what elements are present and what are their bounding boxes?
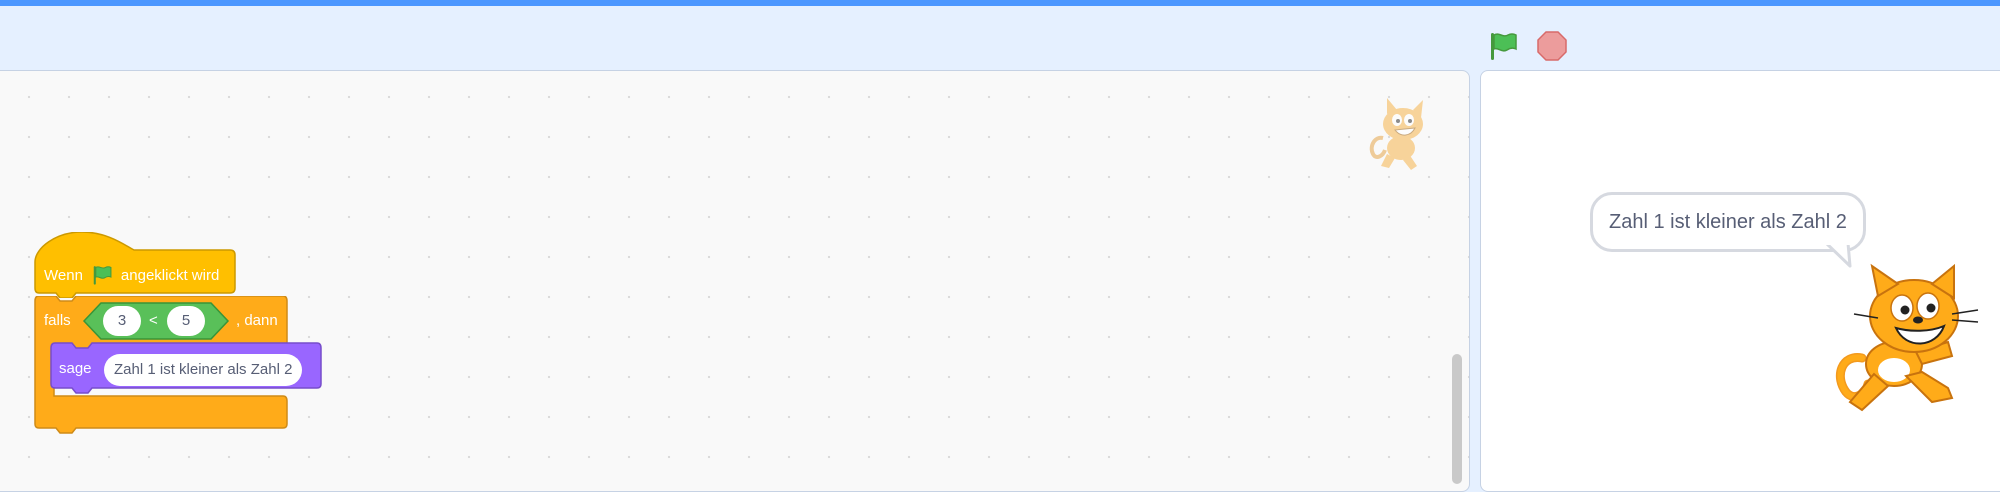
stage-toolbar	[0, 6, 2000, 70]
green-flag-icon	[1491, 33, 1517, 60]
less-than-symbol: <	[149, 312, 158, 329]
green-flag-icon	[93, 266, 112, 285]
speech-bubble: Zahl 1 ist kleiner als Zahl 2	[1590, 192, 1866, 252]
operand-left-input[interactable]: 3	[103, 306, 141, 336]
hat-block-text-pre: Wenn	[44, 266, 83, 284]
hat-block-text-post: angeklickt wird	[120, 266, 220, 284]
hat-block-label: Wenn angeklickt wird	[44, 264, 219, 286]
if-block-then-label: , dann	[236, 312, 278, 329]
scratch-cat-sprite[interactable]	[1832, 258, 1982, 418]
stop-button[interactable]	[1532, 26, 1572, 66]
if-block-label: falls	[44, 312, 71, 329]
say-text-input[interactable]: Zahl 1 ist kleiner als Zahl 2	[104, 354, 303, 386]
scratch-cat-icon	[1369, 98, 1423, 170]
say-block-label: sage	[59, 360, 92, 377]
workspace-scrollbar[interactable]	[1452, 354, 1462, 484]
stop-icon	[1537, 31, 1567, 61]
green-flag-button[interactable]	[1483, 26, 1523, 66]
operand-right-input[interactable]: 5	[167, 306, 205, 336]
